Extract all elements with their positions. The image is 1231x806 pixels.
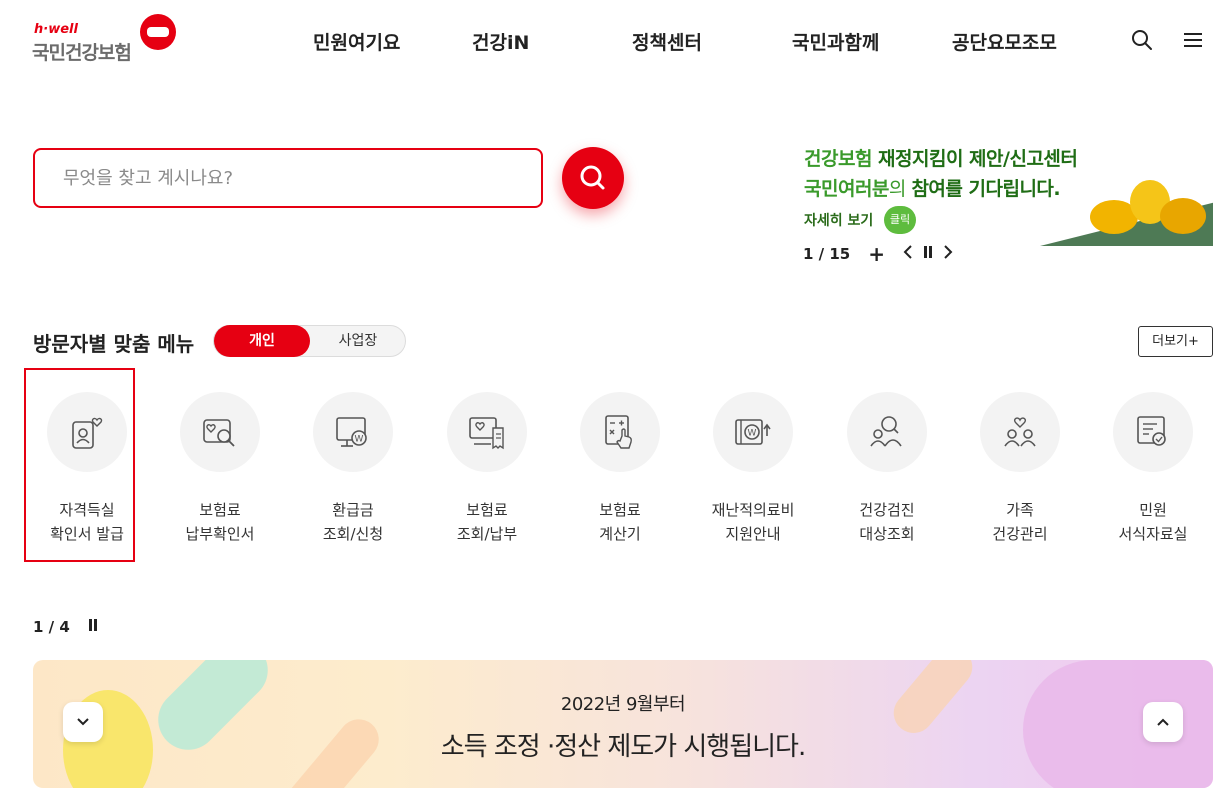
nav-item-policy[interactable]: 정책센터 [632,28,702,55]
nav-item-together[interactable]: 국민과함께 [792,28,879,55]
plus-icon[interactable]: + [868,242,885,266]
menu-item-calculator[interactable]: 보험료 계산기 [565,392,675,552]
menu-item-label: 보험료 조회/납부 [456,501,518,543]
promo-line-1: 건강보험 재정지킴이 제안/신고센터 [804,148,1078,170]
menu-icon-circle [180,392,260,472]
section-title: 방문자별 맞춤 메뉴 [33,332,195,356]
decorative-blob [1023,660,1213,788]
calculator-hand-icon [605,415,632,449]
monitor-won-icon: W [336,417,367,447]
menu-icon-circle: W [313,392,393,472]
screen-receipt-icon [469,417,504,450]
scroll-top-button[interactable] [1143,702,1183,742]
people-search-icon [870,416,902,447]
search-input[interactable] [35,150,541,206]
form-document-check-icon [1137,416,1166,446]
click-badge: 클릭 [884,206,916,234]
menu-item-label: 재난적의료비 지원안내 [711,501,795,543]
menu-item-label: 환급금 조회/신청 [322,501,384,543]
next-arrow-icon[interactable] [943,245,953,263]
more-button[interactable]: 더보기+ [1138,326,1213,357]
menu-item-label: 보험료 계산기 [599,501,641,543]
menu-item-label: 건강검진 대상조회 [859,501,915,543]
family-heart-icon [1004,417,1036,447]
promo-line-2: 국민여러분의 참여를 기다립니다. [804,178,1061,200]
main-nav: 민원여기요 건강iN 정책센터 국민과함께 공단요모조모 [0,28,1231,54]
menu-item-label: 가족 건강관리 [992,501,1048,543]
toggle-business[interactable]: 사업장 [310,326,406,356]
search-icon[interactable] [1130,28,1154,52]
menu-item-eligibility[interactable]: 자격득실 확인서 발급 [32,392,142,552]
toggle-personal[interactable]: 개인 [214,325,310,357]
menu-item-label: 보험료 납부확인서 [185,501,255,543]
nav-item-civil[interactable]: 민원여기요 [313,28,400,55]
menu-icon-circle [1113,392,1193,472]
prev-arrow-icon[interactable] [903,245,913,263]
banner-page-indicator: 1 / 15 [803,245,851,263]
menu-icon-circle: W [713,392,793,472]
nav-item-about[interactable]: 공단요모조모 [952,28,1057,55]
chevron-up-icon [1157,718,1169,726]
menu-page-indicator: 1 / 4 [33,618,70,636]
menu-icon-circle [580,392,660,472]
svg-text:W: W [355,435,364,445]
id-card-heart-icon [72,417,103,449]
search-icon [580,165,605,190]
menu-item-family-health[interactable]: 가족 건강관리 [965,392,1075,552]
menu-icon-circle [447,392,527,472]
menu-icon-circle [847,392,927,472]
menu-item-premium-payment[interactable]: 보험료 조회/납부 [432,392,542,552]
menu-item-premium-certificate[interactable]: 보험료 납부확인서 [165,392,275,552]
visitor-type-toggle: 개인 사업장 [213,325,406,357]
notice-banner[interactable]: 2022년 9월부터 소득 조정 ·정산 제도가 시행됩니다. [33,660,1213,788]
search-box [33,148,543,208]
banner-pager: 1 / 15 + [803,242,953,266]
notice-line-1: 2022년 9월부터 [560,694,686,715]
pause-icon[interactable] [923,245,933,263]
menu-item-health-checkup[interactable]: 건강검진 대상조회 [832,392,942,552]
search-button[interactable] [562,147,624,209]
pill-coin-icon [1160,198,1206,234]
menu-icon-circle [47,392,127,472]
promo-detail-link[interactable]: 자세히 보기 [804,210,873,230]
hamburger-menu-icon[interactable] [1182,28,1206,52]
menu-pager: 1 / 4 [33,618,98,636]
notice-line-2: 소득 조정 ·정산 제도가 시행됩니다. [440,732,806,762]
menu-item-refund[interactable]: W 환급금 조회/신청 [298,392,408,552]
nav-item-health[interactable]: 건강iN [472,28,529,55]
site-header: h·well 국민건강보험 민원여기요 건강iN 정책센터 국민과함께 공단요모… [0,0,1231,80]
menu-item-civil-forms[interactable]: 민원 서식자료실 [1098,392,1208,552]
menu-item-label: 민원 서식자료실 [1118,501,1188,543]
search-heart-document-icon [203,419,235,447]
menu-item-catastrophic-medical[interactable]: W 재난적의료비 지원안내 [698,392,808,552]
svg-text:W: W [748,429,757,439]
collapse-down-button[interactable] [63,702,103,742]
wallet-won-arrow-icon: W [735,419,771,445]
pause-icon[interactable] [88,618,98,636]
chevron-down-icon [77,718,89,726]
menu-item-label: 자격득실 확인서 발급 [50,501,124,543]
menu-icon-circle [980,392,1060,472]
promo-banner[interactable]: 건강보험 재정지킴이 제안/신고센터 국민여러분의 참여를 기다립니다. 자세히… [790,140,1213,246]
